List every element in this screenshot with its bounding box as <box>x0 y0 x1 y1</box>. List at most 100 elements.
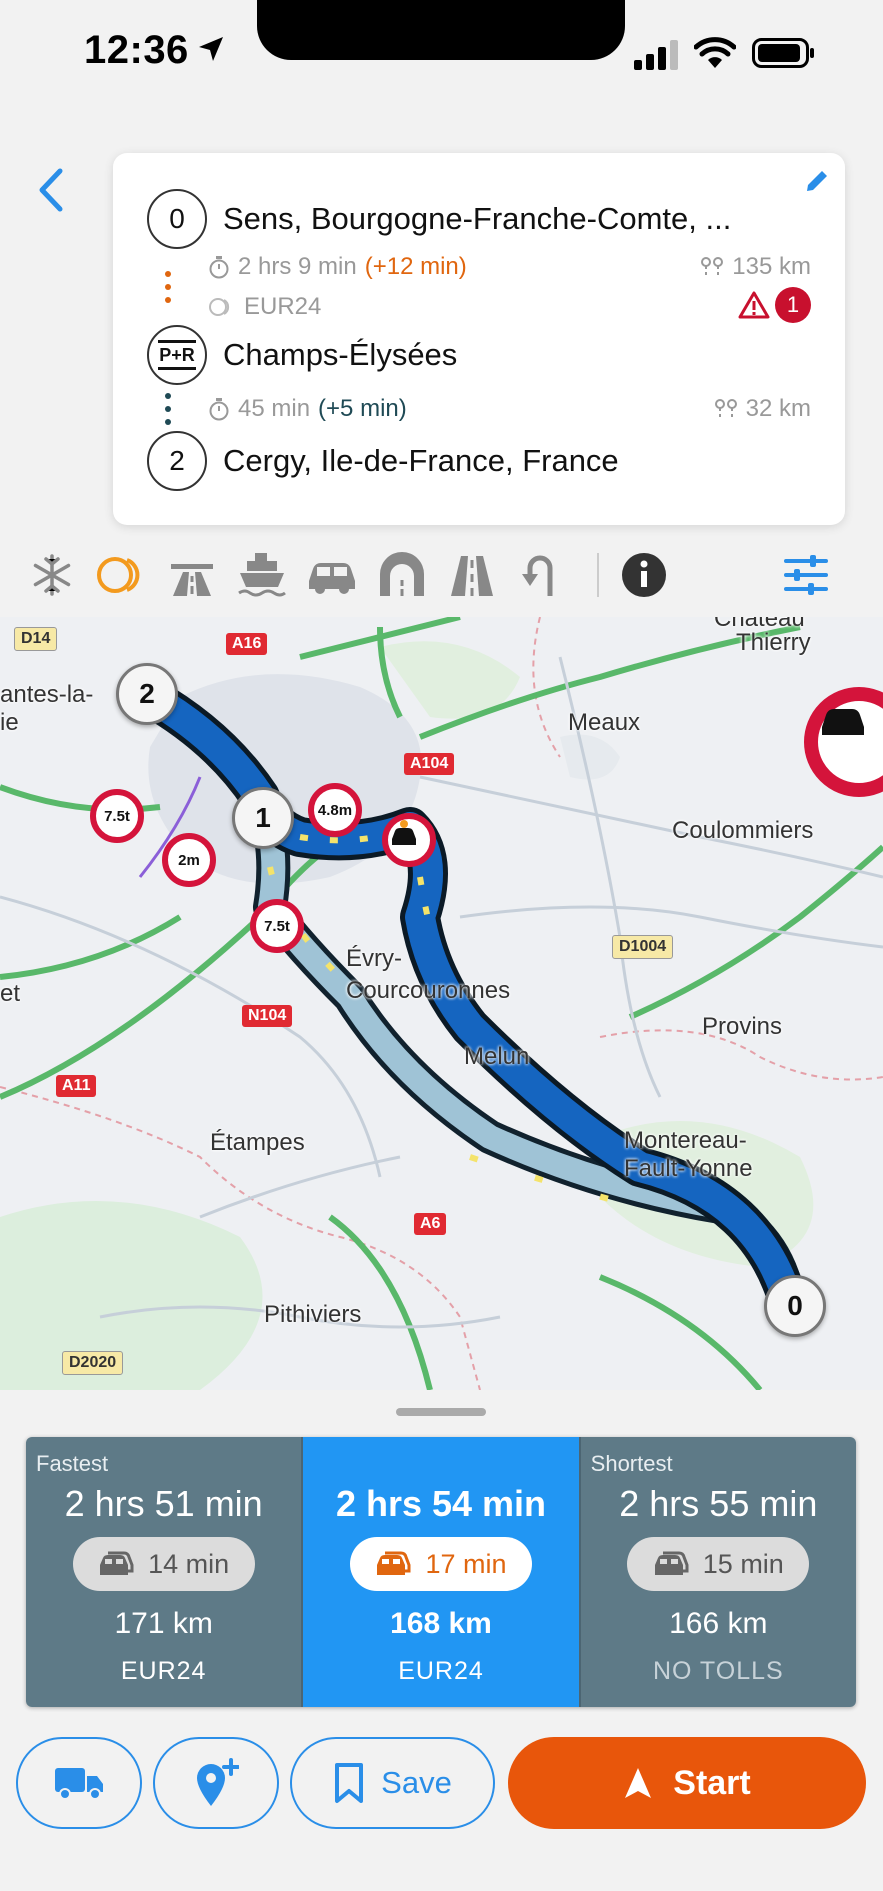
map-label-fault-yonne: Fault-Yonne <box>624 1155 753 1182</box>
edit-route-button[interactable] <box>797 161 837 201</box>
park-and-ride-icon: P+R <box>158 340 196 370</box>
road-shield-a6: A6 <box>414 1213 447 1235</box>
sliders-icon <box>784 555 828 595</box>
distance-icon <box>714 399 737 419</box>
park-and-ride-marker: P+R <box>147 325 207 385</box>
traffic-delay-pill: 15 min <box>627 1537 810 1591</box>
map-view[interactable]: Chateau Thierry antes-la- ie Meaux Coulo… <box>0 617 883 1390</box>
warning-triangle-icon <box>738 291 770 319</box>
traffic-cars-icon <box>100 1551 134 1575</box>
highway-icon <box>171 564 213 596</box>
avoid-tolls-toggle[interactable] <box>92 545 152 605</box>
car-warning-icon <box>822 709 864 735</box>
map-waypoint-1-marker[interactable]: 1 <box>232 787 294 849</box>
truck-icon <box>55 1768 103 1800</box>
leg-1-connector <box>165 271 171 310</box>
route-summary-card: 0 Sens, Bourgogne-Franche-Comte, ... 2 h… <box>113 153 845 525</box>
add-location-pin-icon <box>197 1758 239 1806</box>
avoid-winter-toggle[interactable] <box>22 545 82 605</box>
map-label-provins: Provins <box>702 1013 783 1040</box>
navigation-arrow-icon <box>625 1768 652 1798</box>
chevron-left-icon <box>39 168 63 212</box>
weight-restriction-sign[interactable]: 7.5t <box>90 789 144 843</box>
road-shield-n104: N104 <box>242 1005 293 1027</box>
waypoint-0-marker: 0 <box>147 189 207 249</box>
location-arrow-icon <box>199 37 223 61</box>
warning-count: 1 <box>775 287 811 323</box>
sheet-drag-handle[interactable] <box>396 1408 486 1416</box>
cellular-signal-icon <box>634 40 678 70</box>
back-button[interactable] <box>28 160 74 220</box>
leg-1-distance: 135 km <box>700 253 811 281</box>
avoid-highways-toggle[interactable] <box>162 545 222 605</box>
add-waypoint-button[interactable] <box>153 1737 279 1829</box>
tunnel-icon <box>380 552 424 596</box>
road-icon <box>451 556 493 596</box>
wifi-icon <box>694 37 736 68</box>
distance-icon <box>701 257 724 277</box>
waypoint-1-label[interactable]: Champs-Élysées <box>223 337 457 373</box>
waypoint-2-label[interactable]: Cergy, Ile-de-France, France <box>223 443 619 479</box>
toll-coin-icon <box>209 298 230 316</box>
route-alternatives: Fastest 2 hrs 51 min 14 min 171 km EUR24… <box>26 1437 856 1707</box>
traffic-cars-icon <box>654 1551 689 1575</box>
route-option-selected[interactable]: 2 hrs 54 min 17 min 168 km EUR24 <box>303 1437 581 1707</box>
map-label-courcouronnes: Courcouronnes <box>346 977 511 1004</box>
leg-2-duration: 45 min (+5 min) <box>208 395 407 423</box>
leg-2-distance: 32 km <box>714 395 811 423</box>
road-shield-d2020: D2020 <box>62 1351 124 1375</box>
battery-icon <box>752 38 814 68</box>
leg-1-duration: 2 hrs 9 min (+12 min) <box>208 253 467 281</box>
map-label-et: et <box>0 980 21 1007</box>
u-turn-icon <box>522 555 553 596</box>
weight-restriction-sign-2[interactable]: 7.5t <box>250 899 304 953</box>
map-label-nantes-2: ie <box>0 709 19 736</box>
route-info-button[interactable] <box>614 545 674 605</box>
start-navigation-button[interactable]: Start <box>508 1737 866 1829</box>
ferry-icon <box>238 553 286 597</box>
save-route-button[interactable]: Save <box>290 1737 495 1829</box>
accident-warning-sign[interactable] <box>382 813 436 867</box>
map-label-etampes: Étampes <box>210 1129 305 1156</box>
warnings-badge[interactable]: 1 <box>737 287 811 323</box>
road-shield-a16: A16 <box>226 633 268 655</box>
leg-2-connector <box>165 393 171 432</box>
map-label-coulommiers: Coulommiers <box>672 817 814 844</box>
camera-notch <box>257 0 625 60</box>
map-waypoint-2-marker[interactable]: 2 <box>116 663 178 725</box>
road-shield-d1004: D1004 <box>612 935 674 959</box>
snowflake-icon <box>33 554 71 596</box>
stopwatch-icon <box>209 256 229 279</box>
route-option-shortest[interactable]: Shortest 2 hrs 55 min 15 min 166 km NO T… <box>580 1437 856 1707</box>
route-options-toolbar <box>0 535 883 615</box>
avoid-u-turns-toggle[interactable] <box>512 545 572 605</box>
vehicle-profile-button[interactable] <box>16 1737 142 1829</box>
bookmark-icon <box>335 1763 364 1803</box>
stopwatch-icon <box>209 398 229 421</box>
pencil-icon <box>807 171 827 191</box>
toll-coins-icon <box>97 557 140 593</box>
avoid-tunnels-toggle[interactable] <box>372 545 432 605</box>
traffic-delay-pill: 17 min <box>349 1537 532 1591</box>
height-restriction-sign[interactable]: 2m <box>162 833 216 887</box>
map-label-evry: Évry- <box>346 945 402 972</box>
road-shield-a104: A104 <box>404 753 455 775</box>
waypoint-0-label[interactable]: Sens, Bourgogne-Franche-Comte, ... <box>223 201 803 237</box>
height-restriction-sign-2[interactable]: 4.8m <box>308 783 362 837</box>
map-waypoint-0-marker[interactable]: 0 <box>764 1275 826 1337</box>
avoid-unpaved-toggle[interactable] <box>442 545 502 605</box>
status-bar: 12:36 <box>0 0 883 110</box>
status-time: 12:36 <box>84 28 189 72</box>
route-option-fastest[interactable]: Fastest 2 hrs 51 min 14 min 171 km EUR24 <box>26 1437 304 1707</box>
avoid-ferries-toggle[interactable] <box>232 545 292 605</box>
avoid-carpool-toggle[interactable] <box>302 545 362 605</box>
road-shield-d14: D14 <box>14 627 58 651</box>
traffic-cars-icon <box>377 1551 411 1575</box>
map-label-pithiviers: Pithiviers <box>264 1301 362 1328</box>
toolbar-divider <box>597 553 599 597</box>
map-label-melun: Melun <box>464 1043 530 1070</box>
traffic-delay-pill: 14 min <box>72 1537 255 1591</box>
route-settings-button[interactable] <box>776 545 836 605</box>
car-icon <box>309 563 355 594</box>
app-screen: 12:36 0 Sens, Bourgogne-Franche-Comte, .… <box>0 0 883 1891</box>
